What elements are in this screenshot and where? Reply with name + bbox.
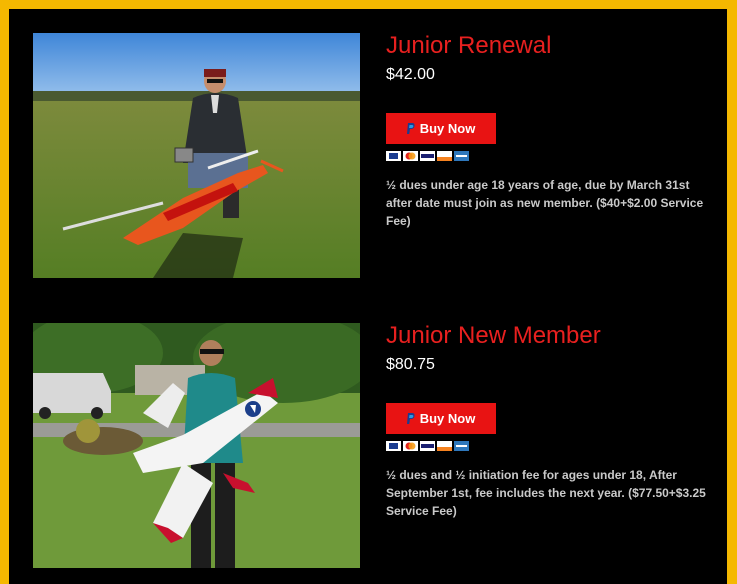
discover-icon <box>437 151 452 161</box>
product-title: Junior New Member <box>386 322 601 349</box>
product-photo-helicopter <box>33 33 360 278</box>
payment-methods <box>386 151 469 161</box>
paypal-card-icon <box>386 151 401 161</box>
buy-now-button[interactable]: Buy Now <box>386 403 496 434</box>
product-photo-airplane <box>33 323 360 568</box>
visa-icon <box>420 441 435 451</box>
discover-icon <box>437 441 452 451</box>
product-description: ½ dues and ½ initiation fee for ages und… <box>386 468 706 518</box>
paypal-icon <box>406 413 415 424</box>
product-card-junior-new-member: Junior New Member $80.75 Buy Now ½ dues … <box>9 322 727 573</box>
mastercard-icon <box>403 151 418 161</box>
product-info: Junior New Member $80.75 Buy Now ½ dues … <box>386 322 721 518</box>
product-title: Junior Renewal <box>386 32 552 59</box>
mastercard-icon <box>403 441 418 451</box>
amex-icon <box>454 441 469 451</box>
amex-icon <box>454 151 469 161</box>
product-description: ½ dues under age 18 years of age, due by… <box>386 178 704 228</box>
product-info: Junior Renewal $42.00 Buy Now ½ dues und… <box>386 32 721 228</box>
product-price: $80.75 <box>386 356 435 373</box>
product-card-junior-renewal: Junior Renewal $42.00 Buy Now ½ dues und… <box>9 32 727 283</box>
product-price: $42.00 <box>386 66 435 83</box>
visa-icon <box>420 151 435 161</box>
page-frame: Junior Renewal $42.00 Buy Now ½ dues und… <box>9 9 727 584</box>
paypal-card-icon <box>386 441 401 451</box>
buy-now-button[interactable]: Buy Now <box>386 113 496 144</box>
payment-methods <box>386 441 469 451</box>
paypal-icon <box>406 123 415 134</box>
buy-now-label: Buy Now <box>419 411 476 426</box>
buy-now-label: Buy Now <box>419 121 476 136</box>
